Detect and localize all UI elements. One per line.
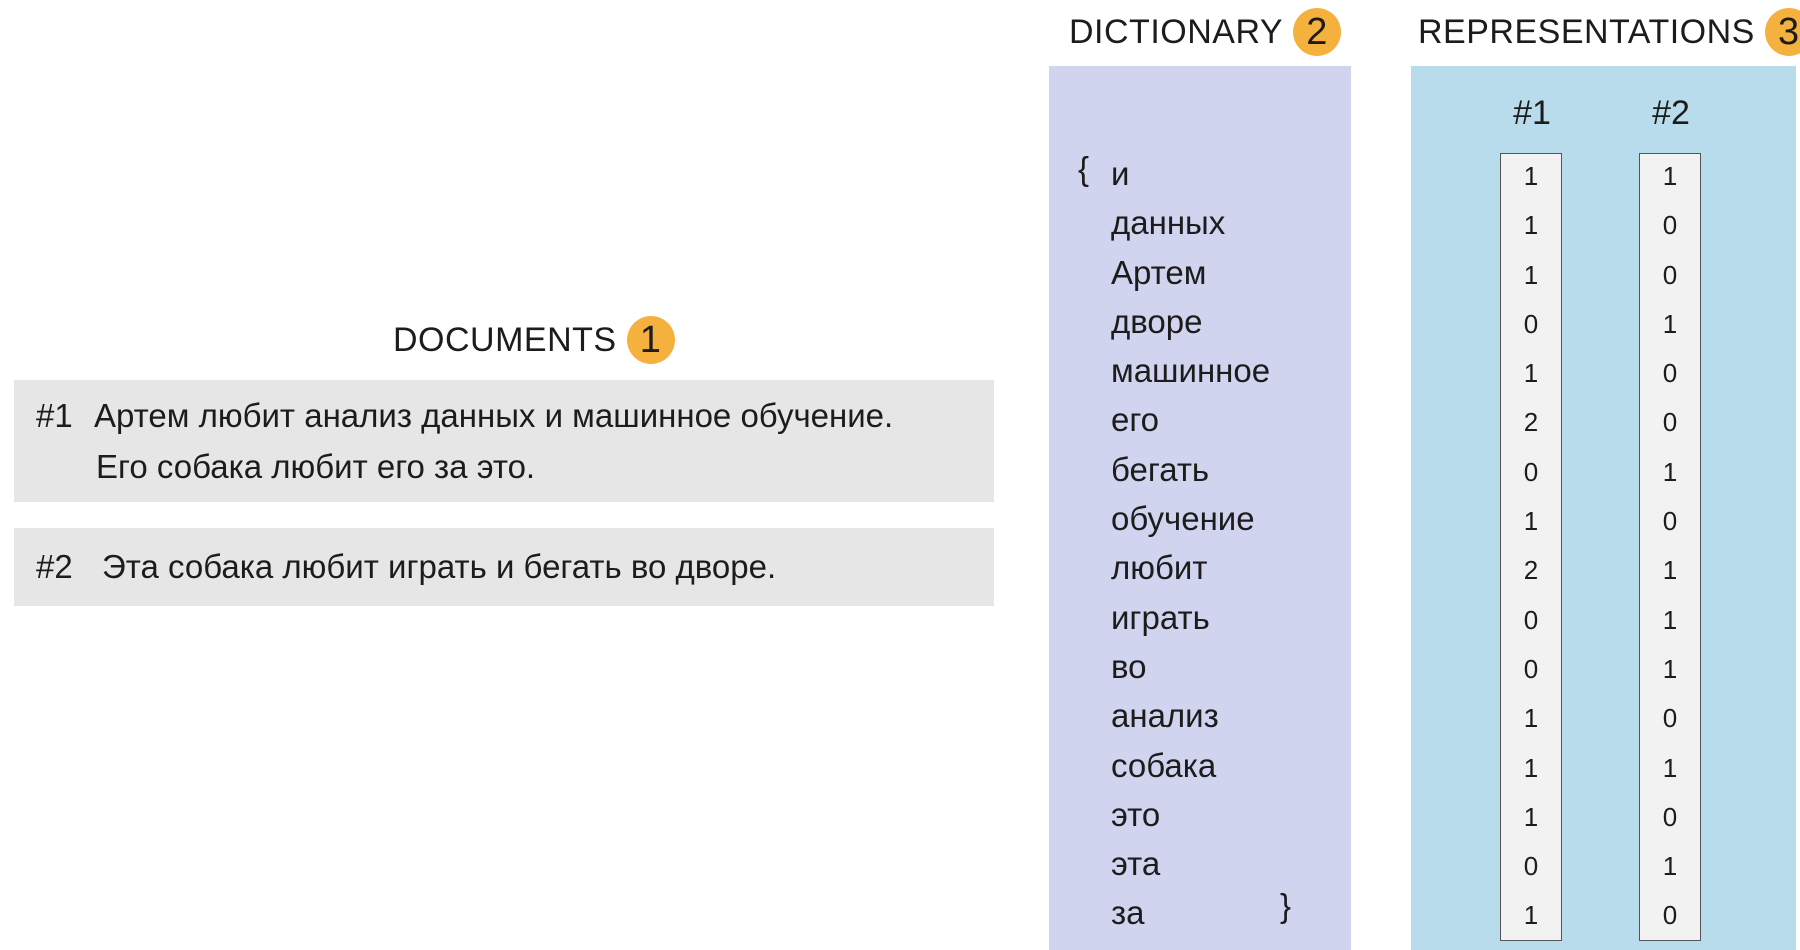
dictionary-word: эта (1111, 845, 1161, 883)
dictionary-word: анализ (1111, 697, 1219, 735)
dictionary-word: любит (1111, 549, 1208, 587)
representations-heading: REPRESENTATIONS 3 (1418, 8, 1800, 56)
vector-2: 1 0 0 1 0 0 1 0 1 1 1 0 1 0 1 0 (1639, 153, 1701, 941)
dictionary-word: обучение (1111, 500, 1255, 538)
documents-heading: DOCUMENTS 1 (393, 316, 675, 364)
close-brace: } (1280, 887, 1292, 924)
vector-cell: 1 (1662, 456, 1678, 487)
dictionary-word: данных (1111, 204, 1226, 242)
vector-cell: 0 (1662, 210, 1678, 241)
vector-cell: 1 (1662, 851, 1678, 882)
representations-step-badge: 3 (1764, 8, 1800, 56)
document-text-line: Его собака любит его за это. (96, 448, 536, 485)
dictionary-heading: DICTIONARY 2 (1069, 8, 1342, 56)
vector-2-label: #2 (1652, 94, 1690, 132)
dictionary-word: дворе (1111, 302, 1203, 340)
open-brace: { (1078, 150, 1090, 187)
dictionary-word: машинное (1111, 352, 1271, 390)
dictionary-step-badge: 2 (1293, 8, 1342, 56)
dictionary-word: это (1111, 795, 1161, 833)
document-id: #2 (36, 548, 73, 585)
dictionary-word: и (1111, 155, 1130, 192)
vector-cell: 0 (1523, 653, 1539, 684)
document-card-2: #2 Эта собака любит играть и бегать во д… (14, 528, 994, 606)
vector-cell: 1 (1523, 752, 1539, 783)
representations-title: REPRESENTATIONS (1418, 12, 1755, 51)
vector-cell: 1 (1523, 506, 1539, 537)
vector-cell: 1 (1662, 161, 1678, 191)
vector-cell: 0 (1662, 506, 1678, 537)
documents-title: DOCUMENTS (393, 320, 617, 359)
dictionary-title: DICTIONARY (1069, 12, 1284, 51)
vector-cell: 1 (1662, 555, 1678, 586)
representations-panel (1411, 66, 1796, 950)
documents-step-badge: 1 (626, 316, 675, 364)
vector-cell: 0 (1662, 900, 1678, 931)
vector-cell: 1 (1523, 210, 1539, 241)
dictionary-word-list: и данных Артем дворе машинное его бегать обучен… (1111, 149, 1270, 938)
vector-cell: 0 (1662, 358, 1678, 389)
vector-cell: 0 (1523, 308, 1539, 339)
vector-cell: 0 (1523, 456, 1539, 487)
vector-cell: 0 (1523, 604, 1539, 635)
vector-cell: 1 (1523, 900, 1539, 931)
document-text-line: Артем любит анализ данных и машинное обу… (94, 397, 894, 434)
vector-cell: 0 (1662, 703, 1678, 734)
vector-cell: 0 (1662, 801, 1678, 832)
vector-cell: 1 (1523, 161, 1539, 191)
document-card-1: #1 Артем любит анализ данных и машинное … (14, 380, 994, 502)
vector-cell: 1 (1662, 604, 1678, 635)
document-id: #1 (36, 397, 73, 434)
dictionary-word: его (1111, 401, 1160, 439)
vector-cell: 1 (1523, 259, 1539, 290)
vector-cell: 0 (1662, 259, 1678, 290)
vector-cell: 0 (1523, 851, 1539, 882)
vector-cell: 0 (1662, 407, 1678, 438)
dictionary-word: бегать (1111, 450, 1210, 488)
vector-cell: 2 (1523, 407, 1539, 438)
dictionary-word: во (1111, 647, 1147, 685)
vector-1: 1 1 1 0 1 2 0 1 2 0 0 1 1 1 0 1 (1500, 153, 1562, 941)
vector-1-label: #1 (1513, 94, 1551, 132)
document-text-line: Эта собака любит играть и бегать во двор… (102, 548, 777, 585)
vector-cell: 2 (1523, 555, 1539, 586)
dictionary-word: Артем (1111, 253, 1207, 291)
vector-cell: 1 (1523, 801, 1539, 832)
vector-cell: 1 (1523, 358, 1539, 389)
dictionary-word: за (1111, 894, 1145, 932)
vector-cell: 1 (1662, 653, 1678, 684)
vector-cell: 1 (1523, 703, 1539, 734)
dictionary-word: собака (1111, 746, 1217, 784)
dictionary-word: играть (1111, 598, 1210, 636)
vector-cell: 1 (1662, 752, 1678, 783)
vector-cell: 1 (1662, 308, 1678, 339)
